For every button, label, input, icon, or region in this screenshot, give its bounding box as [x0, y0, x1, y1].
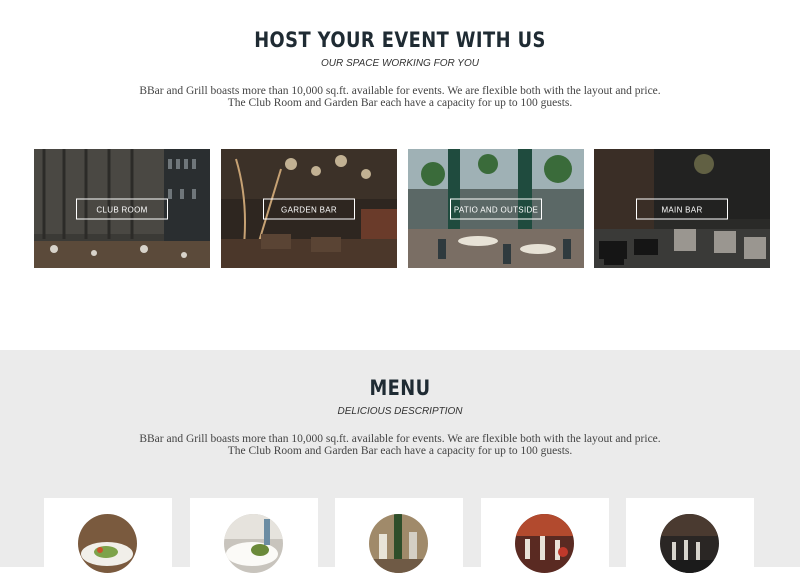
events-description-line-1: BBar and Grill boasts more than 10,000 s…	[139, 85, 661, 97]
events-section: HOST YOUR EVENT WITH US OUR SPACE WORKIN…	[0, 0, 800, 350]
menu-card-4[interactable]	[481, 498, 609, 578]
menu-item-photo-2	[224, 514, 283, 573]
menu-card-5[interactable]	[626, 498, 754, 578]
menu-item-photo-5	[660, 514, 719, 573]
menu-card-1[interactable]	[44, 498, 172, 578]
events-subtitle: OUR SPACE WORKING FOR YOU	[321, 58, 479, 69]
venue-label-garden-bar: GARDEN BAR	[263, 198, 355, 219]
menu-item-photo-1	[78, 514, 137, 573]
menu-subtitle: DELICIOUS DESCRIPTION	[337, 406, 463, 417]
venue-label-club-room: CLUB ROOM	[76, 198, 168, 219]
menu-card-2[interactable]	[190, 498, 318, 578]
menu-description-line-2: The Club Room and Garden Bar each have a…	[227, 445, 573, 457]
menu-title: MENU	[369, 376, 431, 400]
venue-card-main-bar[interactable]: MAIN BAR	[594, 149, 770, 268]
venue-label-patio-and-outside: PATIO AND OUTSIDE	[450, 198, 542, 219]
menu-description-line-1: BBar and Grill boasts more than 10,000 s…	[139, 433, 661, 445]
venue-card-club-room[interactable]: CLUB ROOM	[34, 149, 210, 268]
events-title: HOST YOUR EVENT WITH US	[254, 28, 546, 52]
events-description-line-2: The Club Room and Garden Bar each have a…	[227, 97, 573, 109]
venue-card-garden-bar[interactable]: GARDEN BAR	[221, 149, 397, 268]
menu-card-3[interactable]	[335, 498, 463, 578]
menu-item-photo-4	[515, 514, 574, 573]
menu-item-photo-3	[369, 514, 428, 573]
venue-card-patio-and-outside[interactable]: PATIO AND OUTSIDE	[408, 149, 584, 268]
venue-label-main-bar: MAIN BAR	[636, 198, 728, 219]
